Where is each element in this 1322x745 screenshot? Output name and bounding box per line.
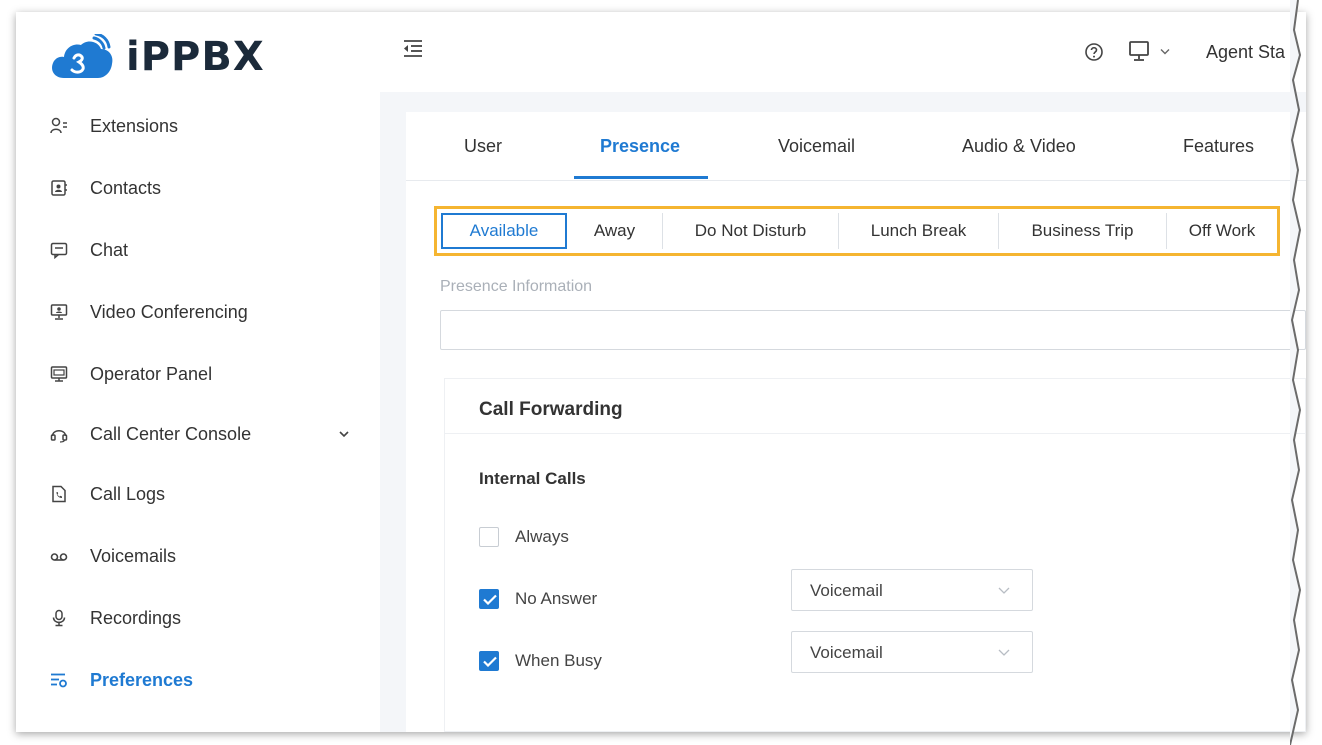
sidebar-item-label: Contacts (90, 177, 162, 198)
chevron-down-icon (998, 649, 1010, 656)
sidebar-item-label: Voicemails (90, 545, 177, 566)
when-busy-destination-select[interactable]: Voicemail (791, 631, 1033, 673)
sidebar-item-extensions[interactable]: Extensions (16, 106, 380, 146)
forward-when-busy-checkbox[interactable] (479, 651, 499, 671)
forward-always-row: Always (479, 525, 1179, 551)
preferences-tabs: User Presence Voicemail Audio & Video Fe… (406, 112, 1306, 181)
forward-no-answer-label: No Answer (515, 589, 598, 608)
user-list-icon (50, 117, 67, 134)
sidebar-item-operator-panel[interactable]: Operator Panel (16, 354, 380, 394)
forward-no-answer-row: No Answer Voicemail (479, 569, 1179, 613)
brand-name: iPPBX (126, 34, 265, 80)
help-icon[interactable] (1084, 42, 1104, 62)
presence-status-selector: Available Away Do Not Disturb Lunch Brea… (434, 206, 1280, 256)
status-off-work-button[interactable]: Off Work (1167, 213, 1277, 249)
sidebar-item-label: Preferences (90, 669, 194, 690)
select-value: Voicemail (810, 581, 883, 600)
sidebar-item-label: Call Center Console (90, 423, 252, 444)
preferences-panel: User Presence Voicemail Audio & Video Fe… (406, 112, 1306, 732)
menu-collapse-icon[interactable] (402, 39, 424, 57)
status-do-not-disturb-button[interactable]: Do Not Disturb (663, 213, 839, 249)
call-log-icon (52, 485, 66, 503)
call-forwarding-header: Call Forwarding (445, 379, 1306, 434)
internal-calls-title: Internal Calls (479, 469, 586, 488)
sidebar-item-recordings[interactable]: Recordings (16, 598, 380, 638)
sidebar-item-video-conferencing[interactable]: Video Conferencing (16, 292, 380, 332)
checkmark-icon (483, 656, 497, 667)
status-available-button[interactable]: Available (441, 213, 567, 249)
microphone-icon (52, 609, 66, 627)
operator-panel-icon (50, 366, 68, 382)
monitor-icon[interactable] (1128, 40, 1150, 62)
sidebar-item-label: Chat (90, 239, 129, 260)
forward-always-label: Always (515, 527, 569, 546)
sidebar-item-contacts[interactable]: Contacts (16, 168, 380, 208)
tab-user[interactable]: User (464, 136, 502, 157)
tab-presence[interactable]: Presence (600, 136, 680, 157)
tab-audio-video[interactable]: Audio & Video (962, 136, 1076, 157)
presence-information-label: Presence Information (440, 278, 593, 295)
status-away-button[interactable]: Away (567, 213, 663, 249)
top-header: Agent Sta (380, 12, 1306, 92)
cloud-logo-icon (52, 34, 113, 78)
forward-when-busy-row: When Busy Voicemail (479, 631, 1179, 675)
sidebar-item-call-center-console[interactable]: Call Center Console (16, 414, 380, 454)
chevron-down-icon (998, 587, 1010, 594)
sidebar-item-label: Recordings (90, 607, 182, 628)
sidebar-item-label: Operator Panel (90, 363, 213, 384)
select-value: Voicemail (810, 643, 883, 662)
sidebar-item-voicemails[interactable]: Voicemails (16, 536, 380, 576)
sidebar-item-label: Video Conferencing (90, 301, 248, 322)
agent-status[interactable]: Agent Sta (1206, 42, 1285, 63)
call-forwarding-title: Call Forwarding (479, 399, 623, 420)
forward-when-busy-label: When Busy (515, 651, 602, 670)
sidebar-item-label: Call Logs (90, 483, 166, 504)
status-business-trip-button[interactable]: Business Trip (999, 213, 1167, 249)
video-conference-icon (50, 304, 68, 320)
torn-edge-decoration (1290, 0, 1302, 745)
headset-icon (50, 430, 68, 443)
status-lunch-break-button[interactable]: Lunch Break (839, 213, 999, 249)
no-answer-destination-select[interactable]: Voicemail (791, 569, 1033, 611)
app-window: iPPBX Extensions Contacts Chat Video Con… (16, 12, 1306, 732)
checkmark-icon (483, 594, 497, 605)
active-tab-indicator (574, 176, 708, 179)
tab-voicemail[interactable]: Voicemail (778, 136, 855, 157)
sidebar-item-preferences[interactable]: Preferences (16, 660, 380, 700)
chat-icon (50, 242, 68, 259)
chevron-down-icon[interactable] (338, 428, 350, 440)
sidebar: iPPBX Extensions Contacts Chat Video Con… (16, 12, 380, 732)
contact-book-icon (51, 180, 67, 196)
presence-information-input[interactable] (440, 310, 1306, 350)
tab-features[interactable]: Features (1183, 136, 1254, 157)
logo: iPPBX (50, 30, 265, 84)
forward-always-checkbox[interactable] (479, 527, 499, 547)
voicemail-icon (50, 553, 68, 561)
chevron-down-icon[interactable] (1160, 48, 1170, 56)
sidebar-item-chat[interactable]: Chat (16, 230, 380, 270)
call-forwarding-card: Call Forwarding Internal Calls Always No… (444, 378, 1306, 732)
sidebar-item-label: Extensions (90, 115, 179, 136)
forward-no-answer-checkbox[interactable] (479, 589, 499, 609)
preferences-icon (51, 673, 67, 688)
sidebar-item-call-logs[interactable]: Call Logs (16, 474, 380, 514)
